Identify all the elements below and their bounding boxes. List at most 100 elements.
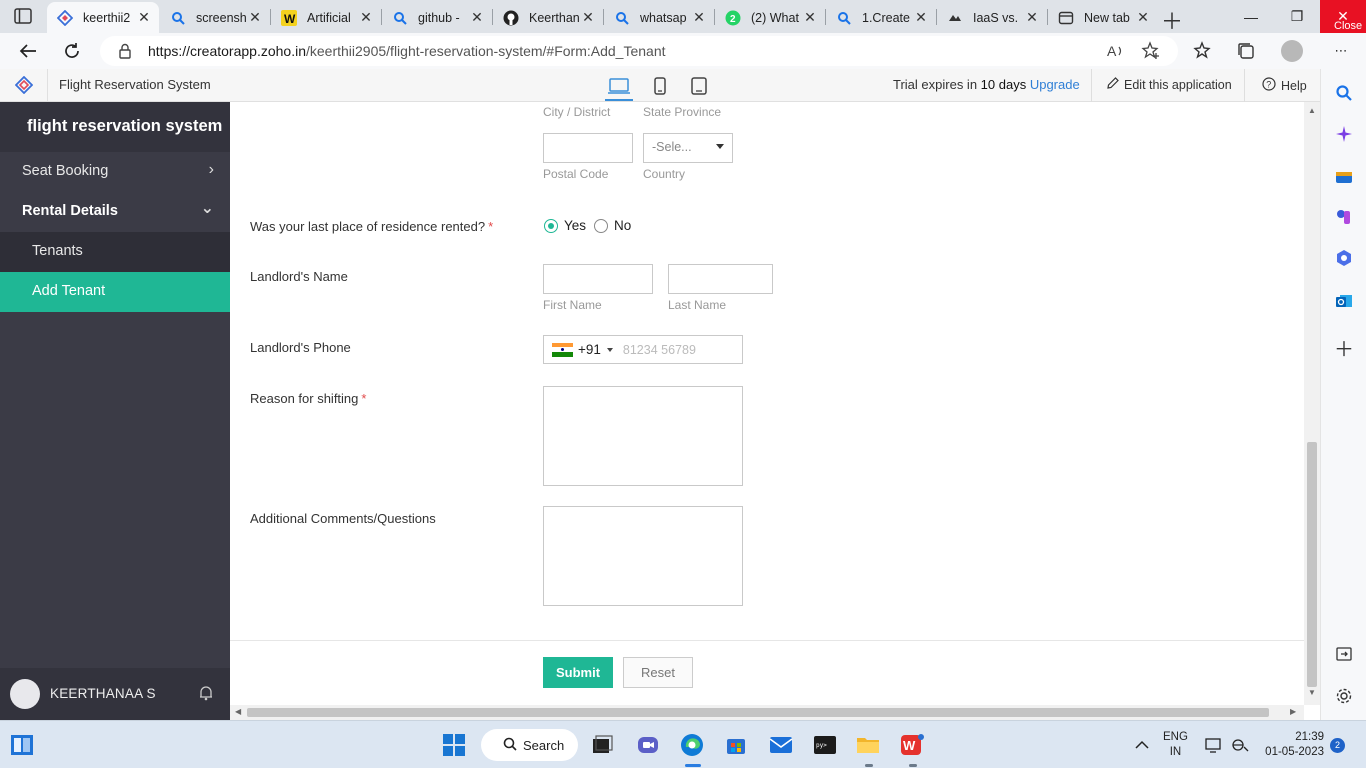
help-button[interactable]: ? Help — [1262, 77, 1307, 94]
microsoft-365-icon[interactable] — [1334, 248, 1354, 268]
close-tab-icon[interactable]: ✕ — [470, 9, 484, 26]
browser-tab[interactable]: W Artificial ✕ — [271, 2, 381, 33]
teams-chat-icon[interactable] — [636, 733, 660, 757]
vertical-scroll-thumb[interactable] — [1307, 442, 1317, 687]
bell-icon[interactable] — [198, 685, 214, 704]
new-tab-button[interactable]: ＋ — [1161, 4, 1183, 36]
user-panel[interactable]: KEERTHANAA S — [0, 668, 230, 720]
edit-application-button[interactable]: Edit this application — [1107, 77, 1232, 92]
browser-tab[interactable]: screensh ✕ — [160, 2, 270, 33]
browser-tab[interactable]: 2 (2) What ✕ — [715, 2, 825, 33]
scroll-up-arrow-icon[interactable]: ▲ — [1308, 106, 1316, 115]
refresh-icon[interactable] — [62, 41, 82, 61]
upgrade-link[interactable]: Upgrade — [1030, 77, 1080, 92]
close-tab-icon[interactable]: ✕ — [359, 9, 373, 26]
horizontal-scrollbar[interactable]: ◀ ▶ — [230, 705, 1304, 720]
read-aloud-icon[interactable]: A — [1105, 41, 1127, 61]
microsoft-store-icon[interactable] — [724, 733, 748, 757]
add-favorite-icon[interactable] — [1140, 41, 1162, 61]
country-select[interactable]: -Sele... — [643, 133, 733, 163]
pencil-icon — [1107, 77, 1119, 92]
shopping-bag-icon[interactable] — [1334, 166, 1354, 186]
india-flag-icon[interactable] — [552, 342, 573, 357]
tablet-view-icon[interactable] — [690, 76, 708, 96]
chevron-up-icon[interactable] — [1130, 733, 1154, 757]
sidebar-item-rental-details[interactable]: Rental Details ⌄ — [0, 192, 230, 232]
submit-button[interactable]: Submit — [543, 657, 613, 688]
widgets-icon[interactable] — [10, 733, 34, 757]
reset-button[interactable]: Reset — [623, 657, 693, 688]
restore-button[interactable]: ❐ — [1274, 0, 1320, 33]
landlord-phone-input[interactable]: +91 81234 56789 — [543, 335, 743, 364]
zoho-creator-logo-icon[interactable] — [0, 69, 48, 101]
caret-down-icon[interactable] — [606, 347, 613, 352]
terminal-icon[interactable]: py> — [813, 733, 837, 757]
add-icon[interactable]: ＋ — [1334, 337, 1354, 361]
country-code[interactable]: +91 — [578, 342, 601, 357]
lock-icon[interactable] — [118, 43, 132, 62]
windows-start-icon[interactable] — [442, 733, 466, 757]
sidebar-item-seat-booking[interactable]: Seat Booking › — [0, 152, 230, 192]
sidebar-item-tenants[interactable]: Tenants — [0, 232, 230, 272]
clock[interactable]: 21:39 01-05-2023 — [1260, 730, 1324, 760]
rented-yes-radio[interactable]: Yes — [544, 218, 586, 233]
search-icon[interactable] — [1334, 83, 1354, 103]
chevron-down-icon: ⌄ — [200, 200, 214, 217]
file-explorer-icon[interactable] — [856, 733, 880, 757]
rented-no-radio[interactable]: No — [594, 218, 631, 233]
close-tab-icon[interactable]: ✕ — [803, 9, 817, 26]
close-tab-icon[interactable]: ✕ — [692, 9, 706, 26]
close-tab-icon[interactable]: ✕ — [581, 9, 595, 26]
avatar[interactable] — [10, 679, 40, 709]
scroll-down-arrow-icon[interactable]: ▼ — [1308, 688, 1316, 697]
url-field[interactable]: https://creatorapp.zoho.in/keerthii2905/… — [100, 36, 1178, 66]
language-indicator[interactable]: ENG IN — [1163, 730, 1188, 760]
task-view-icon[interactable] — [590, 733, 614, 757]
browser-tab[interactable]: whatsap ✕ — [604, 2, 714, 33]
close-tab-icon[interactable]: ✕ — [1136, 9, 1150, 26]
landlord-last-name-input[interactable] — [668, 264, 773, 294]
settings-gear-icon[interactable] — [1334, 686, 1354, 706]
taskbar-search[interactable]: Search — [481, 729, 578, 761]
minimize-button[interactable]: — — [1228, 0, 1274, 33]
scroll-left-arrow-icon[interactable]: ◀ — [235, 707, 241, 716]
browser-tab[interactable]: New tab ✕ — [1048, 2, 1158, 33]
wps-office-icon[interactable]: W — [900, 733, 924, 757]
close-tab-icon[interactable]: ✕ — [137, 9, 151, 26]
back-arrow-icon[interactable] — [18, 41, 38, 61]
close-tab-icon[interactable]: ✕ — [248, 9, 262, 26]
edge-browser-icon[interactable] — [680, 733, 704, 757]
vertical-scrollbar[interactable]: ▲ ▼ — [1304, 102, 1320, 705]
reason-for-shifting-textarea[interactable] — [543, 386, 743, 486]
landlord-first-name-input[interactable] — [543, 264, 653, 294]
browser-tab[interactable]: IaaS vs. ✕ — [937, 2, 1047, 33]
outlook-icon[interactable] — [1334, 291, 1354, 311]
additional-comments-textarea[interactable] — [543, 506, 743, 606]
display-icon[interactable] — [1202, 733, 1226, 757]
horizontal-scroll-thumb[interactable] — [247, 708, 1269, 717]
svg-text:?: ? — [1266, 80, 1271, 90]
network-icon[interactable] — [1228, 733, 1252, 757]
close-tab-icon[interactable]: ✕ — [914, 9, 928, 26]
games-icon[interactable] — [1334, 207, 1354, 227]
postal-code-input[interactable] — [543, 133, 633, 163]
browser-tab[interactable]: 1.Create ✕ — [826, 2, 936, 33]
mobile-view-icon[interactable] — [653, 76, 667, 96]
desktop-view-icon[interactable] — [607, 76, 631, 96]
copilot-sparkle-icon[interactable] — [1334, 124, 1354, 144]
favorites-icon[interactable] — [1191, 41, 1213, 61]
more-options-icon[interactable]: ⋯ — [1330, 41, 1352, 61]
browser-tab[interactable]: Keerthan ✕ — [493, 2, 603, 33]
close-tab-icon[interactable]: ✕ — [1025, 9, 1039, 26]
svg-text:W: W — [284, 12, 296, 26]
split-screen-icon[interactable] — [1334, 644, 1354, 664]
profile-avatar[interactable] — [1281, 40, 1303, 62]
browser-tab[interactable]: github - ✕ — [382, 2, 492, 33]
mail-icon[interactable] — [769, 733, 793, 757]
collections-icon[interactable] — [1235, 41, 1257, 61]
scroll-right-arrow-icon[interactable]: ▶ — [1290, 707, 1296, 716]
tab-actions-icon[interactable] — [14, 8, 32, 24]
sidebar-item-add-tenant[interactable]: Add Tenant — [0, 272, 230, 312]
notification-badge[interactable]: 2 — [1330, 738, 1345, 753]
browser-tab[interactable]: keerthii2 ✕ — [47, 2, 159, 33]
